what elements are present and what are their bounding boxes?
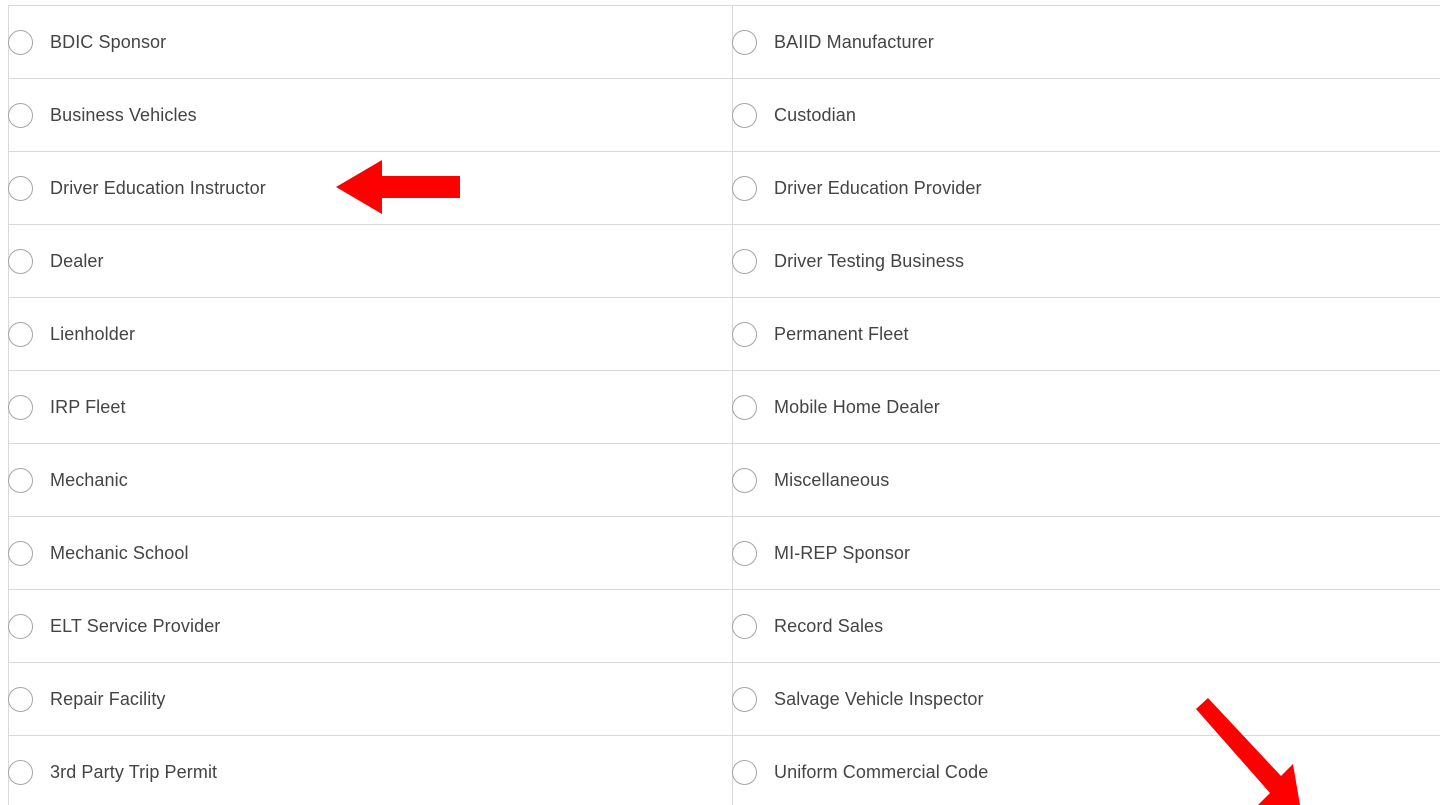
- radio-button[interactable]: [8, 321, 33, 347]
- option-row: Repair Facility Salvage Vehicle Inspecto…: [8, 663, 1440, 736]
- account-type-page: BDIC Sponsor BAIID Manufacturer Business…: [0, 0, 1440, 805]
- option-miscellaneous[interactable]: Miscellaneous: [732, 444, 1440, 516]
- option-driver-education-instructor[interactable]: Driver Education Instructor: [8, 152, 733, 224]
- option-label: Driver Education Instructor: [50, 177, 266, 198]
- option-row: Lienholder Permanent Fleet: [8, 298, 1440, 371]
- radio-button[interactable]: [732, 540, 757, 566]
- option-label: Business Vehicles: [50, 104, 197, 125]
- option-mobile-home-dealer[interactable]: Mobile Home Dealer: [732, 371, 1440, 443]
- option-row: BDIC Sponsor BAIID Manufacturer: [8, 6, 1440, 79]
- radio-button[interactable]: [8, 467, 33, 493]
- option-baiid-manufacturer[interactable]: BAIID Manufacturer: [732, 6, 1440, 78]
- option-label: BDIC Sponsor: [50, 31, 167, 52]
- radio-button[interactable]: [8, 102, 33, 128]
- option-label: Lienholder: [50, 323, 136, 344]
- account-type-radio-grid: BDIC Sponsor BAIID Manufacturer Business…: [8, 5, 1440, 805]
- option-lienholder[interactable]: Lienholder: [8, 298, 733, 370]
- option-driver-education-provider[interactable]: Driver Education Provider: [732, 152, 1440, 224]
- radio-button[interactable]: [732, 321, 757, 347]
- radio-button[interactable]: [8, 29, 33, 55]
- option-driver-testing-business[interactable]: Driver Testing Business: [732, 225, 1440, 297]
- radio-button[interactable]: [8, 540, 33, 566]
- option-label: Driver Testing Business: [774, 250, 965, 271]
- option-label: Repair Facility: [50, 688, 166, 709]
- option-row: Business Vehicles Custodian: [8, 79, 1440, 152]
- option-dealer[interactable]: Dealer: [8, 225, 733, 297]
- option-row: IRP Fleet Mobile Home Dealer: [8, 371, 1440, 444]
- option-label: Custodian: [774, 104, 856, 125]
- option-permanent-fleet[interactable]: Permanent Fleet: [732, 298, 1440, 370]
- option-row: 3rd Party Trip Permit Uniform Commercial…: [8, 736, 1440, 805]
- option-elt-service-provider[interactable]: ELT Service Provider: [8, 590, 733, 662]
- radio-button[interactable]: [732, 394, 757, 420]
- option-label: Mobile Home Dealer: [774, 396, 940, 417]
- option-label: Dealer: [50, 250, 104, 271]
- radio-button[interactable]: [732, 467, 757, 493]
- option-label: 3rd Party Trip Permit: [50, 761, 218, 782]
- option-custodian[interactable]: Custodian: [732, 79, 1440, 151]
- option-mechanic-school[interactable]: Mechanic School: [8, 517, 733, 589]
- radio-button[interactable]: [8, 175, 33, 201]
- option-label: MI-REP Sponsor: [774, 542, 911, 563]
- option-repair-facility[interactable]: Repair Facility: [8, 663, 733, 735]
- option-row: Mechanic Miscellaneous: [8, 444, 1440, 517]
- option-label: Mechanic: [50, 469, 128, 490]
- radio-button[interactable]: [8, 248, 33, 274]
- option-label: Driver Education Provider: [774, 177, 982, 198]
- option-business-vehicles[interactable]: Business Vehicles: [8, 79, 733, 151]
- radio-button[interactable]: [8, 686, 33, 712]
- option-row: Dealer Driver Testing Business: [8, 225, 1440, 298]
- radio-button[interactable]: [8, 394, 33, 420]
- radio-button[interactable]: [8, 759, 33, 785]
- radio-button[interactable]: [732, 613, 757, 639]
- radio-button[interactable]: [732, 102, 757, 128]
- option-salvage-vehicle-inspector[interactable]: Salvage Vehicle Inspector: [732, 663, 1440, 735]
- radio-button[interactable]: [732, 759, 757, 785]
- radio-button[interactable]: [8, 613, 33, 639]
- option-mechanic[interactable]: Mechanic: [8, 444, 733, 516]
- option-record-sales[interactable]: Record Sales: [732, 590, 1440, 662]
- option-label: Miscellaneous: [774, 469, 890, 490]
- option-label: ELT Service Provider: [50, 615, 221, 636]
- option-label: Mechanic School: [50, 542, 189, 563]
- radio-button[interactable]: [732, 175, 757, 201]
- option-label: Record Sales: [774, 615, 884, 636]
- option-label: Salvage Vehicle Inspector: [774, 688, 984, 709]
- radio-button[interactable]: [732, 248, 757, 274]
- option-uniform-commercial-code[interactable]: Uniform Commercial Code: [732, 736, 1440, 805]
- option-label: BAIID Manufacturer: [774, 31, 934, 52]
- option-row: ELT Service Provider Record Sales: [8, 590, 1440, 663]
- option-label: Permanent Fleet: [774, 323, 909, 344]
- option-mi-rep-sponsor[interactable]: MI-REP Sponsor: [732, 517, 1440, 589]
- option-row: Mechanic School MI-REP Sponsor: [8, 517, 1440, 590]
- radio-button[interactable]: [732, 29, 757, 55]
- radio-button[interactable]: [732, 686, 757, 712]
- option-label: IRP Fleet: [50, 396, 126, 417]
- option-irp-fleet[interactable]: IRP Fleet: [8, 371, 733, 443]
- option-bdic-sponsor[interactable]: BDIC Sponsor: [8, 6, 733, 78]
- option-3rd-party-trip-permit[interactable]: 3rd Party Trip Permit: [8, 736, 733, 805]
- option-row: Driver Education Instructor Driver Educa…: [8, 152, 1440, 225]
- option-label: Uniform Commercial Code: [774, 761, 989, 782]
